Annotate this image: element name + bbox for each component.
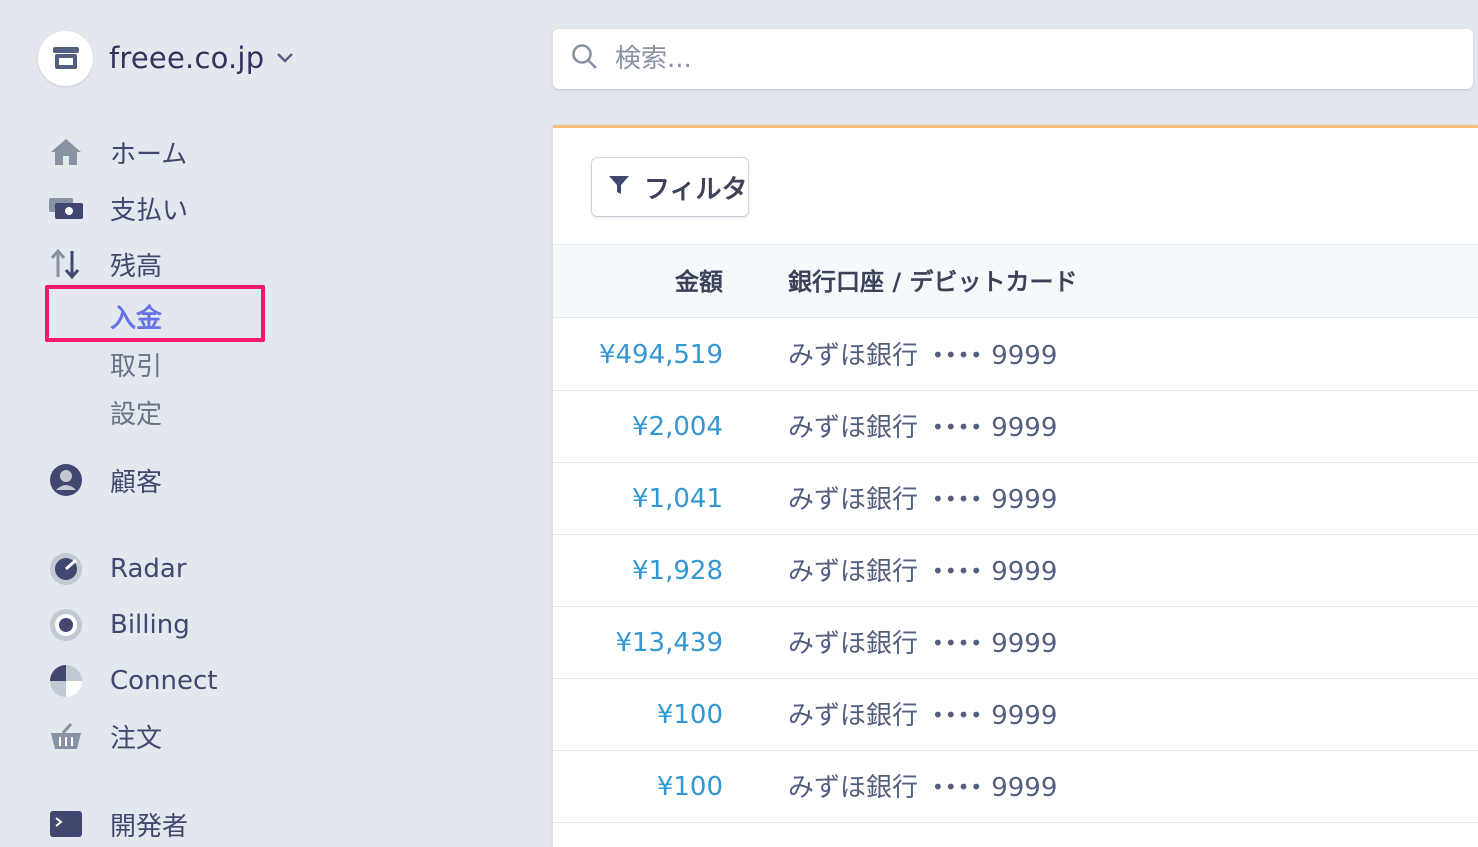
table-row[interactable]: ¥100 みずほ銀行 •••• 9999 bbox=[553, 751, 1478, 823]
table-row[interactable]: ¥1,928 みずほ銀行 •••• 9999 bbox=[553, 535, 1478, 607]
connect-icon bbox=[46, 661, 86, 701]
radar-icon bbox=[46, 549, 86, 589]
nav-connect-label: Connect bbox=[110, 666, 218, 696]
amount-cell: ¥100 bbox=[656, 700, 723, 730]
column-header-amount[interactable]: 金額 bbox=[675, 245, 723, 319]
account-name: freee.co.jp bbox=[109, 41, 265, 75]
bank-cell: みずほ銀行 •••• 9999 bbox=[788, 485, 1058, 515]
nav-developers-label: 開発者 bbox=[110, 811, 189, 842]
nav-customers[interactable]: 顧客 bbox=[46, 458, 162, 502]
basket-icon bbox=[46, 716, 86, 756]
money-icon bbox=[46, 188, 86, 228]
nav-orders[interactable]: 注文 bbox=[46, 714, 162, 758]
store-icon bbox=[38, 30, 93, 86]
bank-cell: みずほ銀行 •••• 9999 bbox=[788, 557, 1058, 587]
nav-radar-label: Radar bbox=[110, 554, 187, 584]
nav-payments[interactable]: 支払い bbox=[46, 186, 188, 230]
nav-radar[interactable]: Radar bbox=[46, 547, 187, 591]
nav-transactions[interactable]: 取引 bbox=[110, 344, 162, 384]
column-header-bank[interactable]: 銀行口座 / デビットカード bbox=[788, 245, 1077, 319]
nav-balance-settings[interactable]: 設定 bbox=[110, 392, 162, 432]
nav-orders-label: 注文 bbox=[110, 723, 163, 754]
table-row[interactable]: ¥2,004 みずほ銀行 •••• 9999 bbox=[553, 391, 1478, 463]
bank-cell: みずほ銀行 •••• 9999 bbox=[788, 701, 1058, 731]
transfer-arrows-icon bbox=[46, 244, 86, 284]
highlight-box bbox=[45, 285, 265, 342]
nav-billing-label: Billing bbox=[110, 610, 190, 640]
chevron-down-icon bbox=[276, 52, 294, 64]
nav-balance-label: 残高 bbox=[110, 251, 163, 282]
nav-customers-label: 顧客 bbox=[110, 467, 163, 498]
table-row[interactable]: ¥1,041 みずほ銀行 •••• 9999 bbox=[553, 463, 1478, 535]
nav-billing[interactable]: Billing bbox=[46, 603, 190, 647]
table-header: 金額 銀行口座 / デビットカード bbox=[553, 244, 1478, 318]
nav-balance[interactable]: 残高 bbox=[46, 242, 162, 286]
terminal-icon bbox=[46, 804, 86, 844]
filter-icon bbox=[608, 174, 630, 200]
payouts-panel: フィルタ 金額 銀行口座 / デビットカード ¥494,519 みずほ銀行 •••… bbox=[553, 125, 1478, 847]
amount-cell: ¥100 bbox=[656, 772, 723, 802]
filter-button-label: フィルタ bbox=[644, 174, 748, 205]
search-bar[interactable] bbox=[553, 29, 1473, 89]
search-input[interactable] bbox=[615, 44, 1435, 74]
nav-home[interactable]: ホーム bbox=[46, 130, 187, 174]
bank-cell: みずほ銀行 •••• 9999 bbox=[788, 773, 1058, 803]
amount-cell: ¥494,519 bbox=[598, 340, 723, 370]
nav-home-label: ホーム bbox=[110, 139, 188, 170]
amount-cell: ¥2,004 bbox=[632, 412, 723, 442]
bank-cell: みずほ銀行 •••• 9999 bbox=[788, 629, 1058, 659]
nav-developers[interactable]: 開発者 bbox=[46, 802, 188, 846]
table-row[interactable]: ¥13,439 みずほ銀行 •••• 9999 bbox=[553, 607, 1478, 679]
home-icon bbox=[46, 132, 86, 172]
amount-cell: ¥1,928 bbox=[632, 556, 723, 586]
table-row[interactable]: ¥494,519 みずほ銀行 •••• 9999 bbox=[553, 319, 1478, 391]
nav-connect[interactable]: Connect bbox=[46, 659, 218, 703]
account-switcher[interactable]: freee.co.jp bbox=[38, 30, 294, 86]
filter-button[interactable]: フィルタ bbox=[592, 158, 748, 216]
search-icon bbox=[571, 43, 599, 75]
amount-cell: ¥1,041 bbox=[632, 484, 723, 514]
nav-payments-label: 支払い bbox=[110, 195, 189, 226]
billing-icon bbox=[46, 605, 86, 645]
sidebar: freee.co.jp ホーム 支払い 残高 入金 取引 設定 顧客 Radar… bbox=[0, 0, 552, 847]
bank-cell: みずほ銀行 •••• 9999 bbox=[788, 413, 1058, 443]
amount-cell: ¥13,439 bbox=[615, 628, 723, 658]
bank-cell: みずほ銀行 •••• 9999 bbox=[788, 341, 1058, 371]
table-row[interactable]: ¥100 みずほ銀行 •••• 9999 bbox=[553, 679, 1478, 751]
user-icon bbox=[46, 460, 86, 500]
